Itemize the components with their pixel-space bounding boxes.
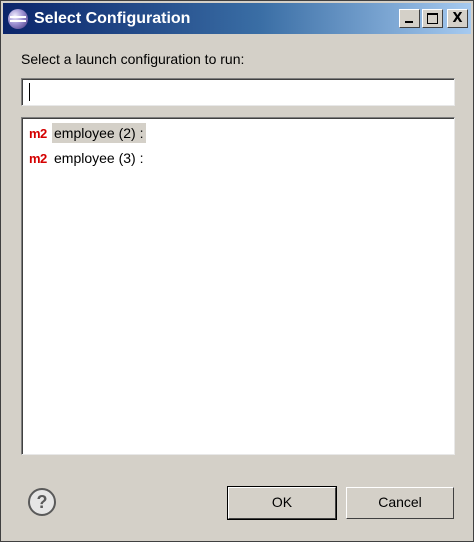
text-caret <box>29 83 30 101</box>
ok-button[interactable]: OK <box>227 486 337 520</box>
list-item-label: employee (3) : <box>54 150 144 166</box>
maximize-button[interactable] <box>422 9 443 28</box>
list-item-label: employee (2) : <box>52 123 147 143</box>
select-configuration-dialog: Select Configuration X Select a launch c… <box>0 0 474 542</box>
title-bar[interactable]: Select Configuration X <box>3 3 471 34</box>
list-item[interactable]: m2 employee (2) : <box>29 123 147 143</box>
maven-icon: m2 <box>29 125 47 141</box>
help-icon[interactable]: ? <box>28 488 56 516</box>
configuration-list[interactable]: m2 employee (2) : m2 employee (3) : <box>21 117 455 455</box>
list-item[interactable]: m2 employee (3) : <box>29 148 146 168</box>
eclipse-icon <box>8 8 28 29</box>
minimize-button[interactable] <box>399 9 420 28</box>
prompt-label: Select a launch configuration to run: <box>21 51 245 67</box>
filter-input[interactable] <box>21 78 455 106</box>
window-title: Select Configuration <box>34 9 191 27</box>
cancel-button[interactable]: Cancel <box>346 487 454 519</box>
maven-icon: m2 <box>29 150 47 166</box>
close-button[interactable]: X <box>447 9 468 28</box>
window-controls: X <box>397 9 468 28</box>
